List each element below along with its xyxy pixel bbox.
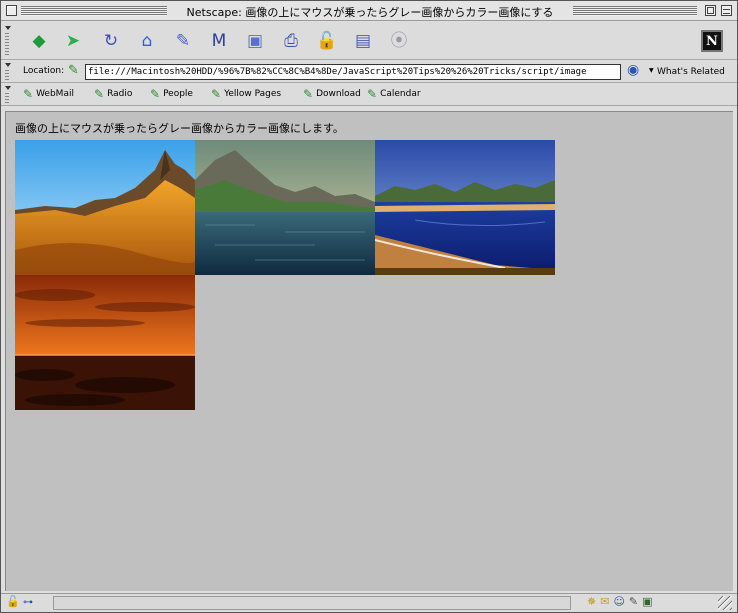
browser-window: Netscape: 画像の上にマウスが乗ったらグレー画像からカラー画像にする ◆… [0, 0, 738, 613]
page-proxy-icon[interactable]: ✎ [68, 64, 79, 77]
my-netscape-icon: M [211, 30, 227, 51]
security-lock-icon[interactable]: 🔓 [6, 596, 20, 607]
bookmark-icon: ✎ [211, 87, 222, 101]
bookmark-yellow-pages[interactable]: ✎ Yellow Pages [211, 88, 281, 100]
whats-related-button[interactable]: What's Related [657, 67, 725, 77]
toolbar-collapse-grip[interactable] [5, 26, 12, 55]
stop-icon: ⦿ [390, 30, 408, 51]
home-icon: ⌂ [141, 30, 153, 51]
print-icon: ⎙ [284, 30, 298, 51]
images-icon: ▣ [246, 30, 264, 51]
reload-button[interactable]: ↻ [99, 29, 123, 53]
bookmark-label: Calendar [380, 89, 421, 99]
lake-mountains-image[interactable] [195, 140, 375, 275]
bookmark-icon: ✎ [367, 87, 378, 101]
page-content: 画像の上にマウスが乗ったらグレー画像からカラー画像にします。 [5, 111, 733, 591]
resize-grip[interactable] [718, 596, 732, 610]
personal-toolbar-grip[interactable] [5, 86, 12, 103]
security-button[interactable]: 🔓 [315, 29, 339, 53]
back-button[interactable]: ◆ [27, 29, 51, 53]
address-book-icon[interactable]: ▣ [642, 596, 652, 607]
location-label: Location: [23, 66, 65, 76]
instant-message-icon[interactable]: ☺ [613, 596, 624, 607]
bookmark-label: Download [316, 89, 361, 99]
navigator-icon[interactable]: ✵ [587, 596, 596, 607]
desert-mountain-image[interactable] [15, 140, 195, 275]
component-bar: ✵ ✉ ☺ ✎ ▣ [587, 596, 653, 607]
whats-related-icon[interactable]: ◉ [627, 63, 639, 77]
lock-icon: 🔓 [316, 30, 338, 51]
title-bar[interactable]: Netscape: 画像の上にマウスが乗ったらグレー画像からカラー画像にする [1, 1, 737, 21]
forward-arrow-icon: ➤ [65, 30, 81, 51]
netscape-logo[interactable]: N [701, 30, 723, 52]
search-icon: ✎ [175, 30, 191, 51]
stop-button[interactable]: ⦿ [387, 29, 411, 53]
page-description: 画像の上にマウスが乗ったらグレー画像からカラー画像にします。 [15, 122, 344, 135]
images-button[interactable]: ▣ [243, 29, 267, 53]
bookmark-radio[interactable]: ✎ Radio [94, 88, 132, 100]
bookmark-icon: ✎ [23, 87, 34, 101]
collapse-box[interactable] [721, 5, 732, 16]
bookmark-label: WebMail [36, 89, 74, 99]
print-button[interactable]: ⎙ [279, 29, 303, 53]
bookmark-label: Yellow Pages [224, 89, 282, 99]
location-input[interactable]: file:///Macintosh%20HDD/%96%7B%82%CC%8C%… [85, 64, 621, 80]
shop-button[interactable]: ▤ [351, 29, 375, 53]
navigation-toolbar: ◆ ➤ ↻ ⌂ ✎ M ▣ ⎙ 🔓 ▤ ⦿ N [1, 22, 737, 60]
status-bar: 🔓 ⊶ ✵ ✉ ☺ ✎ ▣ [1, 593, 737, 612]
bookmark-calendar[interactable]: ✎ Calendar [367, 88, 421, 100]
my-netscape-button[interactable]: M [207, 29, 231, 53]
status-message [53, 596, 571, 610]
personal-toolbar: ✎ WebMail ✎ Radio ✎ People ✎ Yellow Pages ✎ D… [1, 84, 737, 106]
close-box[interactable] [6, 5, 17, 16]
connection-status-icon: ⊶ [23, 597, 33, 608]
bookmark-download[interactable]: ✎ Download [303, 88, 361, 100]
reload-icon: ↻ [103, 30, 119, 51]
window-title: Netscape: 画像の上にマウスが乗ったらグレー画像からカラー画像にする [167, 4, 573, 20]
bookmark-icon: ✎ [94, 87, 105, 101]
shop-icon: ▤ [354, 30, 372, 51]
bookmark-webmail[interactable]: ✎ WebMail [23, 88, 74, 100]
composer-icon[interactable]: ✎ [629, 596, 638, 607]
search-button[interactable]: ✎ [171, 29, 195, 53]
home-button[interactable]: ⌂ [135, 29, 159, 53]
bay-coast-image[interactable] [375, 140, 555, 275]
mail-icon[interactable]: ✉ [600, 596, 609, 607]
back-arrow-icon: ◆ [32, 30, 46, 51]
bookmark-icon: ✎ [150, 87, 161, 101]
forward-button[interactable]: ➤ [61, 29, 85, 53]
bookmark-label: Radio [107, 89, 133, 99]
bookmark-people[interactable]: ✎ People [150, 88, 193, 100]
bookmark-label: People [163, 89, 193, 99]
chevron-down-icon[interactable]: ▼ [649, 67, 654, 74]
location-toolbar-grip[interactable] [5, 63, 12, 80]
bookmark-icon: ✎ [303, 87, 314, 101]
zoom-box[interactable] [705, 5, 716, 16]
sunset-sea-image[interactable] [15, 275, 195, 410]
location-toolbar: Location: ✎ file:///Macintosh%20HDD/%96%… [1, 61, 737, 83]
